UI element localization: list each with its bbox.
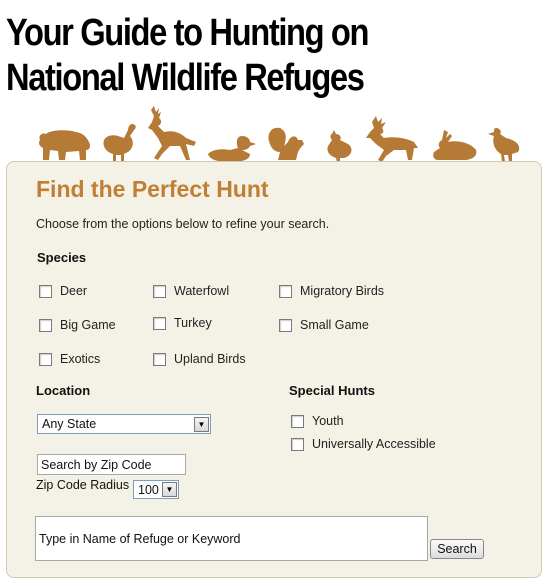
quail-icon	[327, 130, 352, 162]
species-label: Species	[37, 250, 87, 265]
page-title-line-1: Your Guide to Hunting on	[6, 12, 369, 54]
zip-code-input[interactable]: Search by Zip Code	[37, 454, 186, 475]
species-upland-birds-checkbox[interactable]: Upland Birds	[153, 352, 246, 366]
special-accessible-checkbox[interactable]: Universally Accessible	[291, 437, 436, 451]
state-select[interactable]: Any State ▼	[37, 414, 211, 434]
deer-icon	[148, 106, 196, 160]
species-turkey-checkbox[interactable]: Turkey	[153, 316, 212, 330]
keyword-input[interactable]: Type in Name of Refuge or Keyword	[35, 516, 428, 561]
special-youth-label: Youth	[312, 414, 344, 428]
page-title: Your Guide to Hunting on National Wildli…	[6, 11, 384, 101]
species-deer-label: Deer	[60, 284, 88, 298]
search-panel: Find the Perfect Hunt Choose from the op…	[6, 161, 542, 578]
species-exotics-label: Exotics	[60, 352, 101, 366]
species-migratory-birds-label: Migratory Birds	[300, 284, 385, 298]
checkbox-box[interactable]	[291, 437, 304, 451]
checkbox-box[interactable]	[39, 318, 52, 332]
special-hunts-label: Special Hunts	[289, 383, 375, 398]
turkey-icon	[103, 124, 136, 162]
checkbox-box[interactable]	[39, 284, 52, 298]
form-intro: Choose from the options below to refine …	[36, 217, 330, 231]
chevron-down-icon[interactable]: ▼	[194, 416, 209, 432]
checkbox-box[interactable]	[153, 352, 166, 366]
species-small-game-label: Small Game	[300, 318, 369, 332]
bird-icon	[488, 128, 520, 162]
squirrel-icon	[268, 127, 304, 160]
species-upland-birds-label: Upland Birds	[174, 352, 246, 366]
chevron-down-icon[interactable]: ▼	[162, 482, 177, 497]
species-deer-checkbox[interactable]: Deer	[39, 284, 87, 298]
species-small-game-checkbox[interactable]: Small Game	[279, 318, 369, 332]
zip-radius-label: Zip Code Radius	[36, 478, 130, 492]
checkbox-box[interactable]	[279, 284, 292, 298]
checkbox-box[interactable]	[153, 316, 166, 330]
caribou-icon	[366, 116, 418, 162]
checkbox-box[interactable]	[39, 352, 52, 366]
duck-icon	[208, 136, 256, 162]
species-big-game-label: Big Game	[60, 318, 116, 332]
species-migratory-birds-checkbox[interactable]: Migratory Birds	[279, 284, 384, 298]
search-button[interactable]: Search	[430, 539, 484, 559]
species-big-game-checkbox[interactable]: Big Game	[39, 318, 116, 332]
rabbit-icon	[433, 130, 477, 160]
special-youth-checkbox[interactable]: Youth	[291, 414, 344, 428]
checkbox-box[interactable]	[279, 318, 292, 332]
checkbox-box[interactable]	[291, 414, 304, 428]
species-waterfowl-label: Waterfowl	[174, 284, 230, 298]
bear-icon	[39, 130, 90, 160]
form-title: Find the Perfect Hunt	[36, 176, 269, 202]
page-title-line-2: National Wildlife Refuges	[6, 57, 365, 99]
special-accessible-label: Universally Accessible	[312, 437, 436, 451]
species-waterfowl-checkbox[interactable]: Waterfowl	[153, 284, 229, 298]
checkbox-box[interactable]	[153, 284, 166, 298]
animal-silhouette-banner	[30, 102, 550, 164]
species-turkey-label: Turkey	[174, 316, 212, 330]
state-select-value: Any State	[42, 417, 97, 431]
zip-radius-select[interactable]: 100 ▼	[133, 480, 179, 499]
zip-radius-value: 100	[138, 482, 159, 497]
location-label: Location	[36, 383, 91, 398]
species-exotics-checkbox[interactable]: Exotics	[39, 352, 100, 366]
